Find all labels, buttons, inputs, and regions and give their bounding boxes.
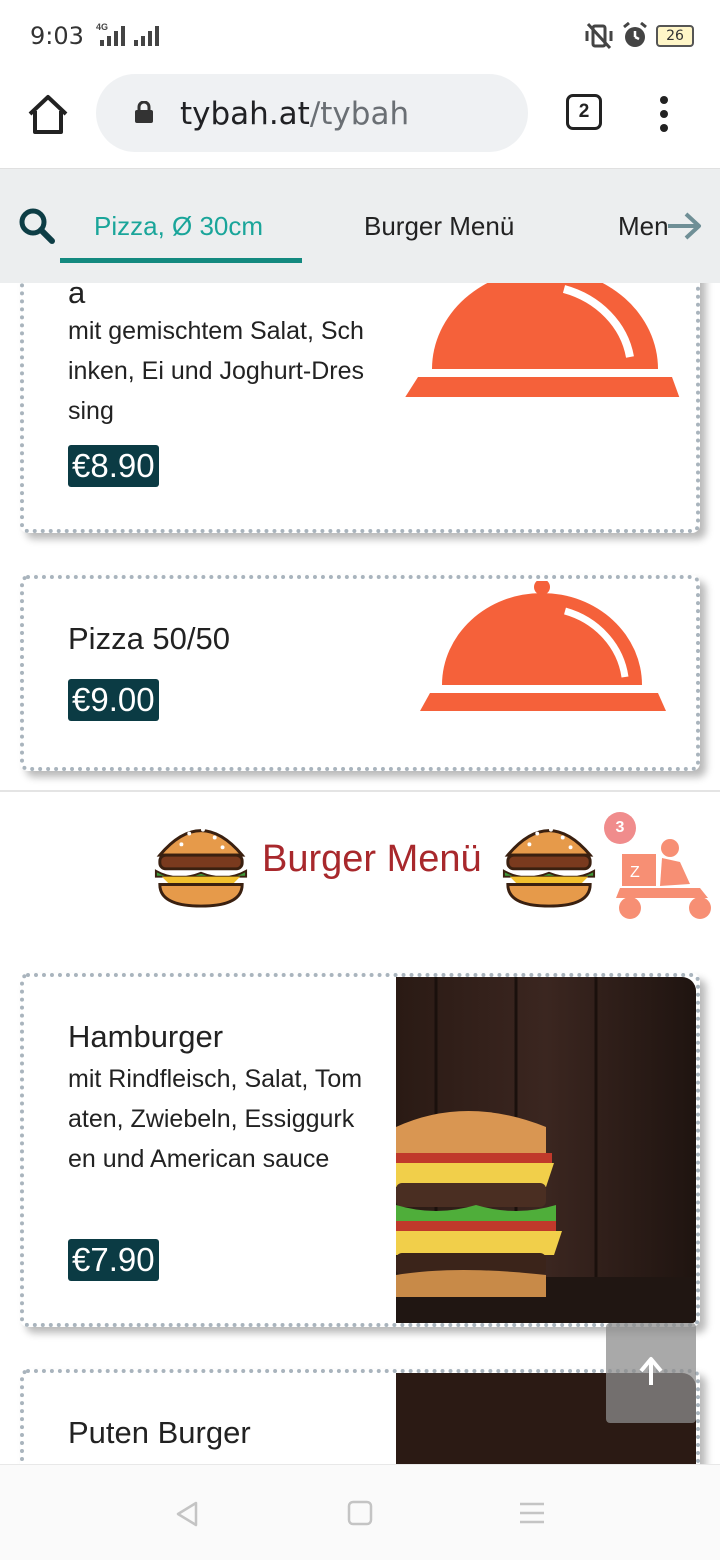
vibrate-off-icon xyxy=(585,22,613,50)
home-icon[interactable] xyxy=(24,92,72,136)
item-description: mit Rindfleisch, Salat, Tomaten, Zwiebel… xyxy=(68,1065,363,1173)
menu-item-card[interactable]: Hamburger mit Rindfleisch, Salat, Tomate… xyxy=(20,973,700,1327)
status-right: 26 xyxy=(584,22,694,50)
signal-icon xyxy=(100,26,125,46)
item-title: Hamburger xyxy=(68,1019,224,1054)
item-title: Pizza 50/50 xyxy=(68,621,230,656)
svg-text:Z: Z xyxy=(630,864,640,881)
menu-content: a mit gemischtem Salat, Schinken, Ei und… xyxy=(0,283,720,1464)
burger-icon xyxy=(502,827,596,908)
menu-item-card[interactable]: a mit gemischtem Salat, Schinken, Ei und… xyxy=(20,283,700,533)
system-navigation-bar xyxy=(0,1464,720,1560)
url-host: tybah.at xyxy=(180,96,310,132)
alarm-icon xyxy=(623,22,647,47)
menu-item-card[interactable]: Puten Burger xyxy=(20,1369,700,1464)
status-bar: 9:03 4G 26 xyxy=(0,0,720,72)
tab-burger-menu[interactable]: Burger Menü xyxy=(364,211,514,242)
item-description: mit gemischtem Salat, Schinken, Ei und J… xyxy=(68,317,364,425)
active-tab-indicator xyxy=(60,258,302,263)
item-title: a xyxy=(68,283,86,310)
signal-icon-2 xyxy=(134,26,159,46)
item-price: €7.90 xyxy=(68,1239,159,1281)
tab-switcher-button[interactable]: 2 xyxy=(566,94,602,130)
cloche-icon xyxy=(420,581,666,711)
section-title: Burger Menü xyxy=(262,838,482,880)
section-divider xyxy=(0,790,720,792)
cart-count-badge[interactable]: 3 xyxy=(604,812,636,844)
burger-icon xyxy=(154,827,248,908)
home-nav-icon[interactable] xyxy=(346,1499,374,1527)
cloche-icon xyxy=(405,283,680,397)
status-time: 9:03 xyxy=(30,22,84,50)
lock-icon xyxy=(135,101,153,123)
battery-icon: 26 xyxy=(656,25,694,47)
search-icon[interactable] xyxy=(18,207,56,245)
arrow-up-icon xyxy=(639,1357,663,1385)
url-text: tybah.at/tybah xyxy=(180,96,409,132)
tab-pizza[interactable]: Pizza, Ø 30cm xyxy=(94,211,263,242)
item-price: €9.00 xyxy=(68,679,159,721)
menu-item-card[interactable]: Pizza 50/50 €9.00 xyxy=(20,575,700,771)
category-nav: Pizza, Ø 30cm Burger Menü Men xyxy=(0,168,720,283)
hamburger-photo xyxy=(396,977,696,1323)
arrow-right-icon[interactable] xyxy=(664,209,704,243)
back-icon[interactable] xyxy=(172,1499,202,1529)
tab-menu-partial[interactable]: Men xyxy=(618,211,669,242)
item-title: Puten Burger xyxy=(68,1415,251,1450)
overflow-menu-icon[interactable] xyxy=(652,96,676,136)
browser-toolbar: tybah.at/tybah 2 xyxy=(0,72,720,168)
scroll-to-top-button[interactable] xyxy=(606,1323,696,1423)
recents-icon[interactable] xyxy=(518,1499,546,1527)
url-path: /tybah xyxy=(309,96,410,132)
address-bar[interactable]: tybah.at/tybah xyxy=(96,74,528,152)
item-price: €8.90 xyxy=(68,445,159,487)
